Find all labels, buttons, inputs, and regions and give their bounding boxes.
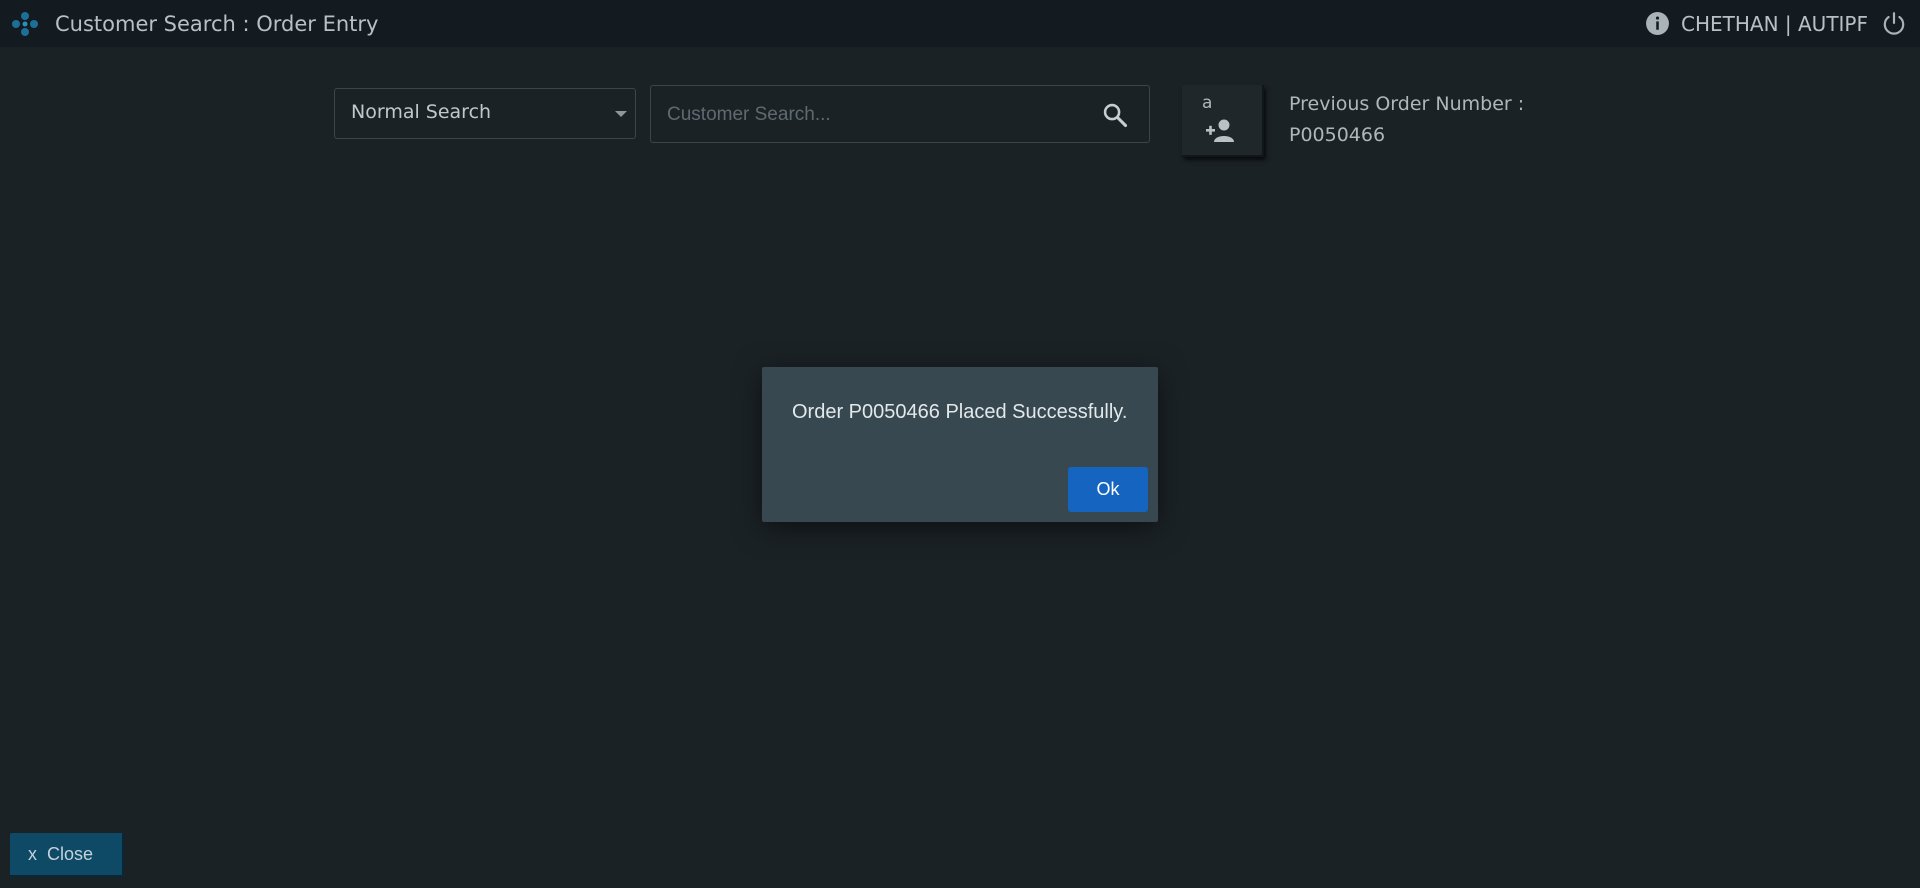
previous-order-number: P0050466	[1289, 124, 1386, 146]
person-add-icon	[1206, 119, 1234, 142]
add-customer-letter: a	[1202, 93, 1213, 113]
info-icon[interactable]	[1645, 11, 1670, 36]
close-icon: x	[28, 843, 37, 864]
search-mode-value: Normal Search	[351, 101, 492, 123]
ok-button[interactable]: Ok	[1068, 467, 1148, 512]
close-button[interactable]: x Close	[10, 833, 124, 877]
search-mode-select[interactable]: Normal Search	[334, 88, 636, 139]
add-customer-button[interactable]: a	[1182, 85, 1264, 157]
customer-search-box	[650, 85, 1150, 143]
previous-order-label: Previous Order Number :	[1289, 93, 1525, 115]
app-logo-icon	[12, 12, 38, 36]
close-label: Close	[47, 843, 94, 864]
chevron-down-icon	[615, 111, 627, 117]
success-dialog: Order P0050466 Placed Successfully. Ok	[762, 367, 1158, 522]
previous-order-info: Previous Order Number : P0050466	[1289, 89, 1524, 151]
page-title: Customer Search : Order Entry	[55, 12, 379, 36]
customer-search-input[interactable]	[665, 100, 1089, 130]
power-icon[interactable]	[1881, 11, 1907, 37]
user-info: CHETHAN | AUTIPF	[1681, 12, 1868, 36]
dialog-message: Order P0050466 Placed Successfully.	[792, 401, 1128, 423]
top-bar: Customer Search : Order Entry CHETHAN | …	[0, 0, 1920, 47]
search-icon[interactable]	[1101, 101, 1129, 129]
